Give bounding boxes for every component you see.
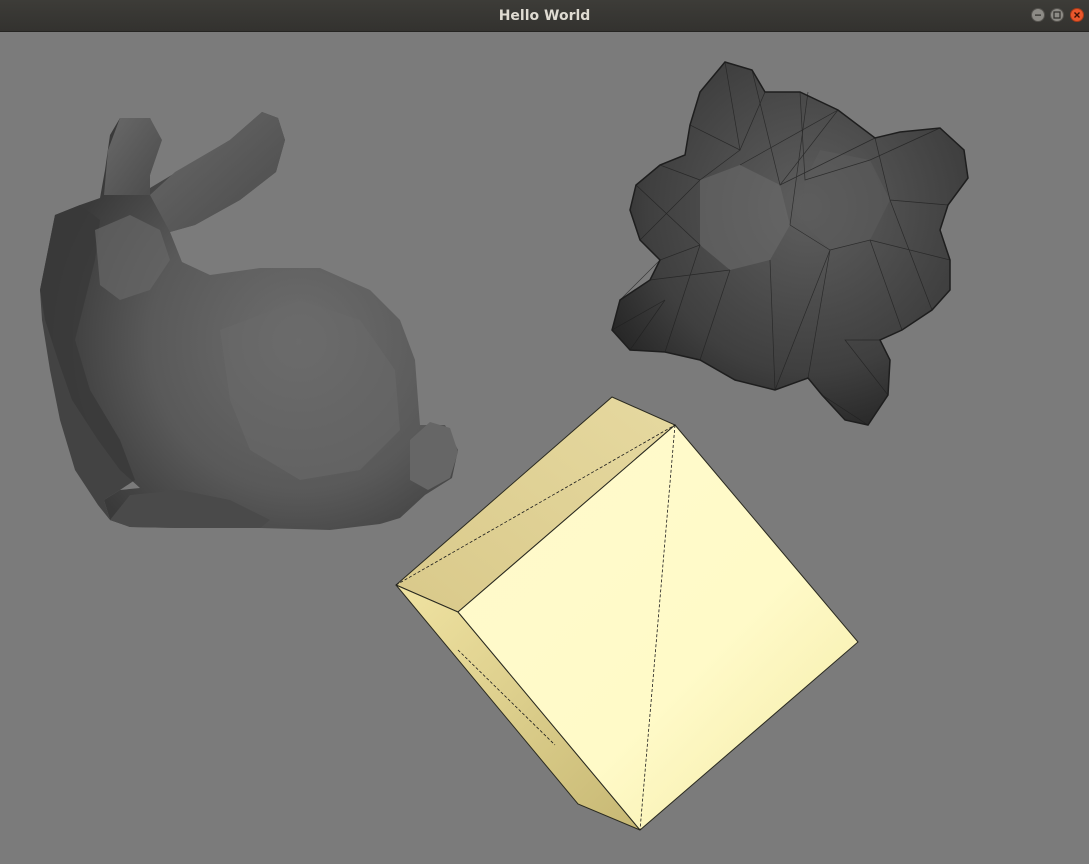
minimize-button[interactable]: [1031, 8, 1045, 22]
app-window: Hello World: [0, 0, 1089, 864]
scene-canvas: [40, 61, 969, 831]
window-title: Hello World: [498, 8, 591, 24]
bunny-model: [40, 112, 458, 530]
maximize-button[interactable]: [1050, 8, 1064, 22]
minimize-icon: [1035, 14, 1041, 16]
render-viewport[interactable]: [0, 32, 1089, 864]
close-button[interactable]: [1070, 8, 1084, 22]
title-bar[interactable]: Hello World: [0, 0, 1089, 32]
box-model: [395, 396, 859, 831]
maximize-icon: [1053, 11, 1061, 19]
spiky-blob-model: [611, 61, 969, 426]
close-icon: [1074, 12, 1080, 18]
